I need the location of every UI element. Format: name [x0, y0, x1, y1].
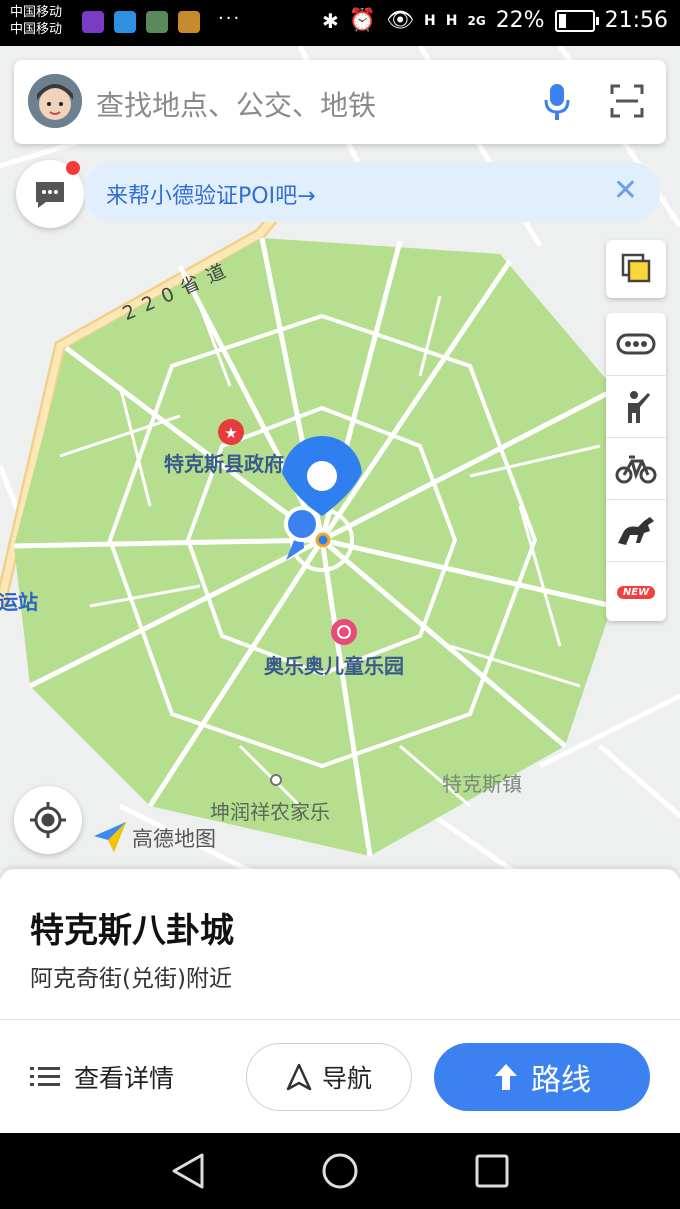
gallery-notification-icon: [146, 11, 168, 33]
clock: 21:56: [604, 8, 668, 33]
svg-text:★: ★: [224, 424, 237, 442]
back-icon[interactable]: [168, 1151, 208, 1191]
crosshair-icon: [30, 802, 66, 838]
carrier-labels: 中国移动 中国移动: [10, 4, 62, 38]
navigate-button[interactable]: 导航: [246, 1043, 412, 1111]
app2-notification-icon: [178, 11, 200, 33]
navigation-arrow-icon: [286, 1063, 312, 1091]
unread-dot: [66, 161, 80, 175]
divider: [0, 1019, 680, 1020]
signal-2g-icon: 2G: [467, 13, 486, 28]
eye-comfort-icon: 👁: [386, 8, 415, 33]
horse-icon: [618, 517, 654, 545]
amusement-poi-icon: [331, 619, 357, 645]
place-title: 特克斯八卦城: [30, 911, 234, 951]
system-nav-bar: [0, 1133, 680, 1209]
status-bar: 中国移动 中国移动 ··· ✱ ⏰ 👁 H H 2G 22% 21:56: [0, 0, 680, 46]
farm-poi-icon: [270, 774, 282, 786]
poi-verify-banner[interactable]: 来帮小德验证POI吧→ ✕: [84, 162, 660, 222]
carrier-label-2: 中国移动: [10, 22, 63, 37]
locate-me-button[interactable]: [14, 786, 82, 854]
search-input[interactable]: 查找地点、公交、地铁: [96, 84, 376, 124]
place-address: 阿克奇街(兑街)附近: [30, 966, 232, 992]
traffic-button[interactable]: [606, 313, 666, 375]
traffic-icon: [616, 333, 656, 355]
view-details-button[interactable]: 查看详情: [30, 1059, 174, 1095]
signal-h2-icon: H: [445, 12, 458, 29]
bicycle-icon: [615, 455, 657, 484]
poi-label-amusement[interactable]: 奥乐奥儿童乐园: [264, 650, 404, 679]
poi-label-town[interactable]: 特克斯镇: [442, 768, 522, 797]
amap-logo-text: 高德地图: [132, 827, 216, 851]
hail-taxi-icon: [628, 391, 650, 423]
taxi-button[interactable]: [606, 375, 666, 438]
user-location-dot: [284, 506, 320, 542]
amap-logo-icon: [94, 822, 126, 852]
status-right: ✱ ⏰ 👁 H H 2G 22% 21:56: [322, 8, 668, 33]
place-panel[interactable]: 特克斯八卦城 阿克奇街(兑街)附近 查看详情 导航 路线: [0, 869, 680, 1133]
navigate-label[interactable]: 导航: [322, 1059, 372, 1095]
scan-icon[interactable]: [610, 84, 644, 122]
travel-button[interactable]: [606, 499, 666, 562]
recents-icon[interactable]: [472, 1151, 512, 1191]
avatar[interactable]: [28, 74, 82, 128]
layers-icon: [621, 253, 651, 283]
carrier-label-1: 中国移动: [10, 5, 63, 20]
poi-label-county-gov[interactable]: 特克斯县政府: [164, 448, 284, 477]
list-icon: [30, 1067, 60, 1086]
battery-icon: [554, 9, 599, 32]
banner-text[interactable]: 来帮小德验证POI吧→: [106, 178, 316, 210]
microphone-icon[interactable]: [542, 82, 572, 126]
layers-button[interactable]: [606, 240, 666, 298]
signal-h1-icon: H: [424, 12, 436, 29]
map-notification-icon: [114, 11, 136, 33]
map-tools: NEW: [606, 313, 666, 621]
new-feature-button[interactable]: NEW: [606, 561, 666, 622]
route-button[interactable]: 路线: [434, 1043, 650, 1111]
home-icon[interactable]: [320, 1151, 360, 1191]
view-details-label[interactable]: 查看详情: [74, 1059, 174, 1095]
route-arrow-icon: [495, 1064, 517, 1090]
app-notification-icon: [82, 11, 104, 33]
message-button[interactable]: [16, 160, 84, 228]
notification-icons: [82, 11, 200, 33]
route-label[interactable]: 路线: [531, 1055, 591, 1099]
poi-label-farm[interactable]: 坤润祥农家乐: [210, 796, 330, 825]
close-icon[interactable]: ✕: [613, 176, 638, 206]
more-notifications-icon: ···: [218, 8, 242, 29]
alarm-icon: ⏰: [348, 8, 377, 33]
bluetooth-icon: ✱: [321, 8, 339, 33]
battery-percent: 22%: [495, 8, 545, 33]
bike-button[interactable]: [606, 437, 666, 500]
avatar-icon: [28, 74, 82, 128]
search-bar[interactable]: 查找地点、公交、地铁: [14, 60, 666, 144]
poi-label-bus-station[interactable]: 客运站: [0, 586, 38, 615]
new-badge-icon: NEW: [616, 585, 656, 599]
